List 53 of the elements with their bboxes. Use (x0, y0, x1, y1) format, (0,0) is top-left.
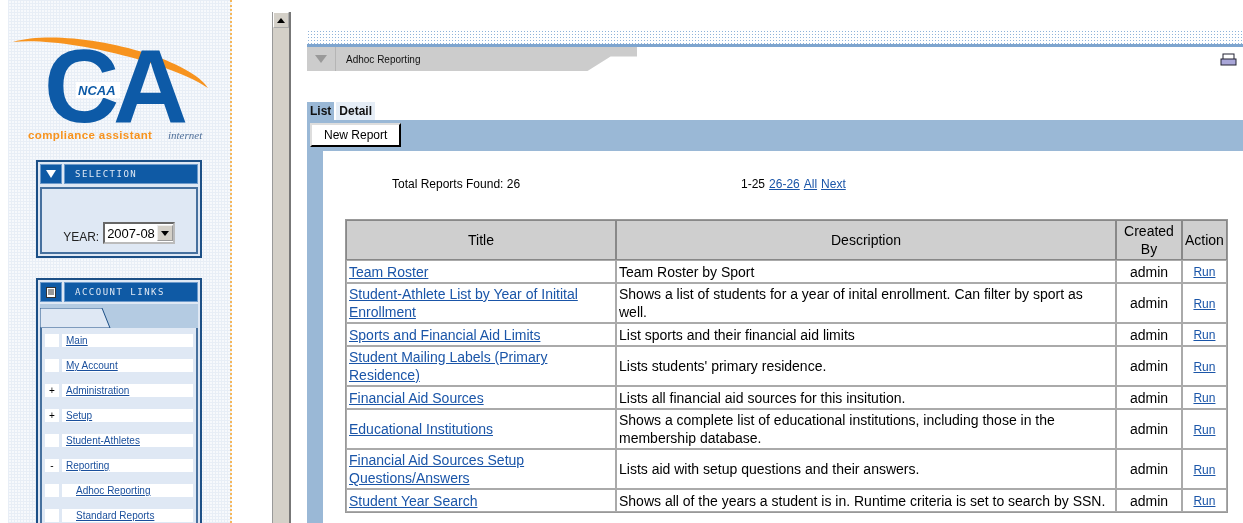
scroll-up-button[interactable] (273, 12, 289, 28)
collapse-icon[interactable] (40, 164, 62, 184)
table-cell: admin (1116, 409, 1182, 449)
toggle-placeholder (45, 509, 59, 522)
list-icon[interactable] (40, 282, 62, 302)
table-cell: admin (1116, 449, 1182, 489)
table-cell: Lists all financial aid sources for this insitution. (616, 386, 1116, 409)
run-link[interactable]: Run (1193, 359, 1216, 374)
column-header: Title (346, 220, 616, 260)
expand-toggle[interactable]: + (45, 384, 59, 397)
total-reports-text: Total Reports Found: 26 (392, 177, 522, 191)
sidebar-link[interactable]: Main (66, 335, 88, 346)
toggle-placeholder (45, 359, 59, 372)
page-range: 1-25 (741, 177, 766, 191)
table-cell: Shows a complete list of educational institutions, including those in the membership database. (616, 409, 1116, 449)
pagination-link[interactable]: Next (821, 177, 846, 191)
panel-title: SELECTION (64, 164, 198, 184)
panel-title: ACCOUNT LINKS (64, 282, 198, 302)
table-cell: admin (1116, 346, 1182, 386)
tab[interactable]: List (307, 102, 335, 120)
table-cell: Lists students' primary residence. (616, 346, 1116, 386)
tab[interactable]: Detail (336, 102, 376, 120)
table-cell: List sports and their financial aid limits (616, 323, 1116, 346)
table-cell: Lists aid with setup questions and their answers. (616, 449, 1116, 489)
run-link[interactable]: Run (1193, 422, 1216, 437)
section-title: Adhoc Reporting (345, 53, 421, 65)
table-cell: admin (1116, 386, 1182, 409)
run-link[interactable]: Run (1193, 462, 1216, 477)
column-header: Action (1182, 220, 1227, 260)
table-cell: admin (1116, 489, 1182, 512)
pagination-link[interactable]: 26-26 (769, 177, 800, 191)
year-dropdown[interactable]: 2007-08 (103, 222, 175, 244)
print-icon[interactable] (1220, 53, 1237, 66)
scrollbar[interactable] (272, 12, 291, 523)
table-cell: admin (1116, 323, 1182, 346)
table-cell: admin (1116, 260, 1182, 283)
sidebar-link[interactable]: Setup (66, 410, 93, 421)
table-cell: Shows all of the years a student is in. Runtime criteria is set to search by SSN. (616, 489, 1116, 512)
year-label: YEAR: (63, 230, 100, 244)
toggle-placeholder (45, 334, 59, 347)
column-header: Description (616, 220, 1116, 260)
table-cell: admin (1116, 283, 1182, 323)
table-cell: Team Roster by Sport (616, 260, 1116, 283)
new-report-button[interactable]: New Report (310, 123, 402, 147)
toggle-placeholder (45, 434, 59, 447)
toggle-placeholder (45, 484, 59, 497)
expand-toggle[interactable]: - (45, 459, 59, 472)
caret-icon (160, 230, 169, 236)
table-cell: Shows a list of students for a year of inital enrollment. Can filter by sport as well. (616, 283, 1116, 323)
up-arrow-icon (277, 17, 285, 23)
run-link[interactable]: Run (1193, 296, 1216, 311)
pagination-link[interactable]: All (803, 177, 818, 191)
expand-toggle[interactable]: + (45, 409, 59, 422)
